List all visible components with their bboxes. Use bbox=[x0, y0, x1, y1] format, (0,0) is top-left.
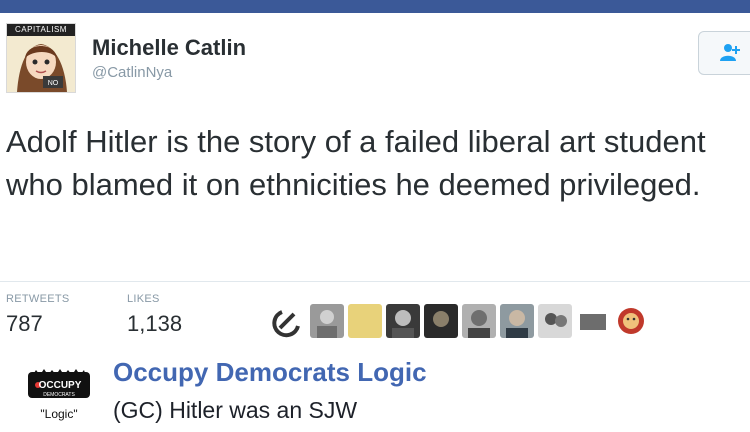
liker-avatar[interactable] bbox=[386, 304, 420, 338]
liker-avatar[interactable] bbox=[348, 304, 382, 338]
liker-avatar[interactable] bbox=[310, 304, 344, 338]
tweet-text: Adolf Hitler is the story of a failed li… bbox=[6, 124, 706, 202]
user-handle[interactable]: @CatlinNya bbox=[92, 64, 172, 81]
occupy-democrats-logo: OCCUPY DEMOCRATS "Logic" bbox=[28, 369, 90, 421]
likes-label: LIKES bbox=[127, 293, 160, 305]
svg-text:NO: NO bbox=[48, 80, 59, 87]
logo-caption: "Logic" bbox=[40, 407, 77, 421]
likes-stat[interactable]: LIKES 1,138 bbox=[127, 293, 182, 337]
liker-avatar[interactable] bbox=[424, 304, 458, 338]
top-bar bbox=[0, 0, 750, 13]
retweets-stat[interactable]: RETWEETS 787 bbox=[6, 293, 70, 337]
follow-button[interactable] bbox=[698, 31, 750, 75]
logo-subtext: DEMOCRATS bbox=[43, 392, 75, 398]
avatar-tag: CAPITALISM bbox=[7, 24, 75, 36]
lion-icon[interactable] bbox=[614, 304, 648, 338]
liker-avatar[interactable] bbox=[500, 304, 534, 338]
liker-avatar[interactable] bbox=[462, 304, 496, 338]
page-name-link[interactable]: Occupy Democrats Logic bbox=[113, 357, 427, 388]
add-user-icon bbox=[720, 44, 740, 61]
page-logo[interactable]: OCCUPY DEMOCRATS "Logic" bbox=[22, 366, 96, 424]
logo-text: OCCUPY bbox=[39, 380, 82, 391]
hammer-sickle-icon[interactable] bbox=[272, 304, 306, 338]
tweet-card: NO CAPITALISM Michelle Catlin @CatlinNya… bbox=[0, 13, 750, 340]
divider bbox=[0, 281, 750, 282]
likes-count: 1,138 bbox=[127, 311, 183, 336]
display-name[interactable]: Michelle Catlin bbox=[92, 35, 246, 61]
post-text: (GC) Hitler was an SJW bbox=[113, 397, 358, 423]
liker-avatar[interactable] bbox=[538, 304, 572, 338]
retweets-count: 787 bbox=[6, 311, 43, 336]
page-post: OCCUPY DEMOCRATS "Logic" Occupy Democrat… bbox=[0, 340, 750, 432]
avatar[interactable]: NO CAPITALISM bbox=[6, 23, 76, 93]
retweets-label: RETWEETS bbox=[6, 293, 70, 305]
liker-avatar[interactable] bbox=[576, 304, 610, 338]
